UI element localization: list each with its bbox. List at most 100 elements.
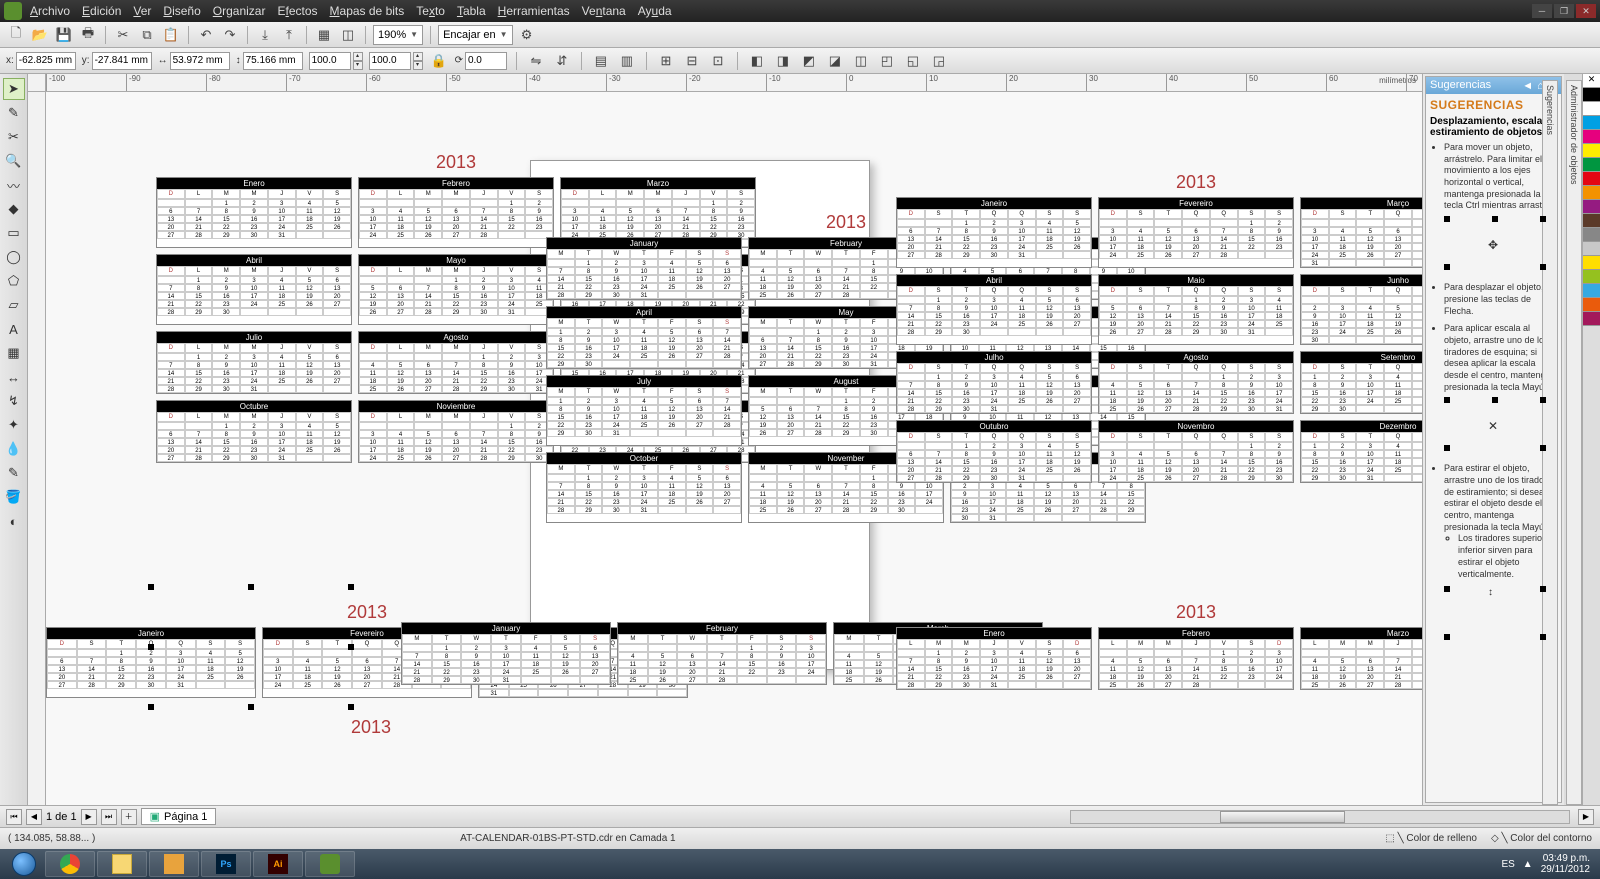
mirror-h-icon[interactable]: ⇋ bbox=[526, 51, 546, 71]
new-icon[interactable]: 🗋 bbox=[6, 25, 26, 45]
menu-tabla[interactable]: Tabla bbox=[457, 4, 486, 18]
rotation-field[interactable] bbox=[465, 52, 507, 70]
boundary-icon[interactable]: ◲ bbox=[929, 51, 949, 71]
pick-tool-icon[interactable]: ➤ bbox=[3, 78, 25, 100]
ungroup-all-icon[interactable]: ⊡ bbox=[708, 51, 728, 71]
redo-icon[interactable]: ↷ bbox=[220, 25, 240, 45]
width-field[interactable] bbox=[170, 52, 230, 70]
front-minus-back-icon[interactable]: ◰ bbox=[877, 51, 897, 71]
first-page-icon[interactable]: ⏮ bbox=[6, 809, 22, 825]
ruler-vertical[interactable] bbox=[28, 92, 46, 805]
menu-texto[interactable]: Texto bbox=[416, 4, 445, 18]
intersect-icon[interactable]: ◪ bbox=[825, 51, 845, 71]
print-icon[interactable]: 🖶 bbox=[78, 25, 98, 45]
crop-tool-icon[interactable]: ✂ bbox=[3, 126, 25, 148]
selection-handle[interactable] bbox=[348, 644, 354, 650]
selection-handle[interactable] bbox=[348, 704, 354, 710]
open-icon[interactable]: 📂 bbox=[30, 25, 50, 45]
color-swatch[interactable] bbox=[1583, 228, 1600, 242]
calendar-object[interactable]: 2013JaneiroDSTQQSS1234567891011121314151… bbox=[896, 172, 1422, 483]
copy-icon[interactable]: ⧉ bbox=[137, 25, 157, 45]
scale-y-field[interactable] bbox=[369, 52, 411, 70]
trim-icon[interactable]: ◩ bbox=[799, 51, 819, 71]
outline-indicator[interactable]: ◇ ╲ Color del contorno bbox=[1491, 833, 1592, 844]
menu-diseno[interactable]: Diseño bbox=[163, 4, 200, 18]
import-icon[interactable]: ⤓ bbox=[255, 25, 275, 45]
minimize-button[interactable]: ─ bbox=[1532, 4, 1552, 18]
options-icon[interactable]: ⚙ bbox=[517, 25, 537, 45]
eyedropper-icon[interactable]: 💧 bbox=[3, 438, 25, 460]
color-swatch[interactable] bbox=[1583, 88, 1600, 102]
ruler-horizontal[interactable]: milímetros-100-90-80-70-60-50-40-30-20-1… bbox=[46, 74, 1422, 92]
cut-icon[interactable]: ✂ bbox=[113, 25, 133, 45]
pos-x-field[interactable] bbox=[16, 52, 76, 70]
lock-ratio-icon[interactable]: 🔒 bbox=[429, 51, 449, 71]
dimension-tool-icon[interactable]: ↔ bbox=[3, 366, 25, 388]
selection-handle[interactable] bbox=[148, 704, 154, 710]
height-field[interactable] bbox=[243, 52, 303, 70]
app-launcher-icon[interactable]: ▦ bbox=[314, 25, 334, 45]
system-tray[interactable]: ES ▲ 03:49 p.m.29/11/2012 bbox=[1501, 853, 1596, 875]
taskbar-photoshop[interactable]: Ps bbox=[201, 851, 251, 877]
paste-icon[interactable]: 📋 bbox=[161, 25, 181, 45]
scroll-right-icon[interactable]: ▶ bbox=[1578, 809, 1594, 825]
fill-indicator[interactable]: ⬚ ╲ Color de relleno bbox=[1385, 833, 1477, 844]
selection-handle[interactable] bbox=[248, 584, 254, 590]
zoom-combo[interactable]: 190%▼ bbox=[373, 25, 423, 45]
text-tool-icon[interactable]: A bbox=[3, 318, 25, 340]
docker-tab[interactable]: Administrador de objetos bbox=[1566, 80, 1582, 805]
color-swatch[interactable] bbox=[1583, 242, 1600, 256]
taskbar-coreldraw[interactable] bbox=[305, 851, 355, 877]
menu-ver[interactable]: Ver bbox=[133, 4, 151, 18]
ungroup-icon[interactable]: ⊟ bbox=[682, 51, 702, 71]
menu-ventana[interactable]: Ventana bbox=[582, 4, 626, 18]
prev-page-icon[interactable]: ◀ bbox=[26, 809, 42, 825]
color-swatch[interactable] bbox=[1583, 130, 1600, 144]
docker-back-icon[interactable]: ◄ bbox=[1522, 80, 1533, 92]
color-swatch[interactable] bbox=[1583, 102, 1600, 116]
taskbar-illustrator[interactable]: Ai bbox=[253, 851, 303, 877]
docker-tabs[interactable]: Administrador de objetosSugerencias bbox=[1564, 74, 1582, 805]
interactive-tool-icon[interactable]: ✦ bbox=[3, 414, 25, 436]
tray-lang[interactable]: ES bbox=[1501, 859, 1514, 870]
menu-ayuda[interactable]: Ayuda bbox=[638, 4, 672, 18]
page-tab[interactable]: ▣Página 1 bbox=[141, 808, 217, 825]
welcome-icon[interactable]: ◫ bbox=[338, 25, 358, 45]
shape-tool-icon[interactable]: ✎ bbox=[3, 102, 25, 124]
taskbar-explorer[interactable] bbox=[97, 851, 147, 877]
calendar-object[interactable]: 2013EneroLMMJVSD123456789101112131415161… bbox=[896, 602, 1422, 690]
connector-tool-icon[interactable]: ↯ bbox=[3, 390, 25, 412]
menu-edicion[interactable]: Edición bbox=[82, 4, 121, 18]
color-swatch[interactable] bbox=[1583, 214, 1600, 228]
simplify-icon[interactable]: ◫ bbox=[851, 51, 871, 71]
color-swatch[interactable] bbox=[1583, 116, 1600, 130]
table-tool-icon[interactable]: ▦ bbox=[3, 342, 25, 364]
selection-handle[interactable] bbox=[248, 704, 254, 710]
basic-shapes-icon[interactable]: ▱ bbox=[3, 294, 25, 316]
save-icon[interactable]: 💾 bbox=[54, 25, 74, 45]
polygon-tool-icon[interactable]: ⬠ bbox=[3, 270, 25, 292]
menu-herramientas[interactable]: Herramientas bbox=[498, 4, 570, 18]
menu-efectos[interactable]: Efectos bbox=[277, 4, 317, 18]
color-swatch[interactable] bbox=[1583, 298, 1600, 312]
combine-icon[interactable]: ◧ bbox=[747, 51, 767, 71]
last-page-icon[interactable]: ⏭ bbox=[101, 809, 117, 825]
color-swatch[interactable] bbox=[1583, 200, 1600, 214]
zoom-tool-icon[interactable]: 🔍 bbox=[3, 150, 25, 172]
ruler-origin[interactable] bbox=[28, 74, 46, 92]
rectangle-tool-icon[interactable]: ▭ bbox=[3, 222, 25, 244]
taskbar-chrome[interactable] bbox=[45, 851, 95, 877]
color-swatch[interactable] bbox=[1583, 256, 1600, 270]
selection-handle[interactable] bbox=[348, 584, 354, 590]
freehand-tool-icon[interactable]: 〰 bbox=[3, 174, 25, 196]
color-swatch[interactable] bbox=[1583, 144, 1600, 158]
snap-combo[interactable]: Encajar en▼ bbox=[438, 25, 513, 45]
color-swatch[interactable] bbox=[1583, 158, 1600, 172]
selection-handle[interactable] bbox=[148, 644, 154, 650]
pos-y-field[interactable] bbox=[92, 52, 152, 70]
menu-organizar[interactable]: Organizar bbox=[213, 4, 266, 18]
back-minus-front-icon[interactable]: ◱ bbox=[903, 51, 923, 71]
export-icon[interactable]: ⤒ bbox=[279, 25, 299, 45]
weld-icon[interactable]: ◨ bbox=[773, 51, 793, 71]
color-swatch[interactable] bbox=[1583, 172, 1600, 186]
